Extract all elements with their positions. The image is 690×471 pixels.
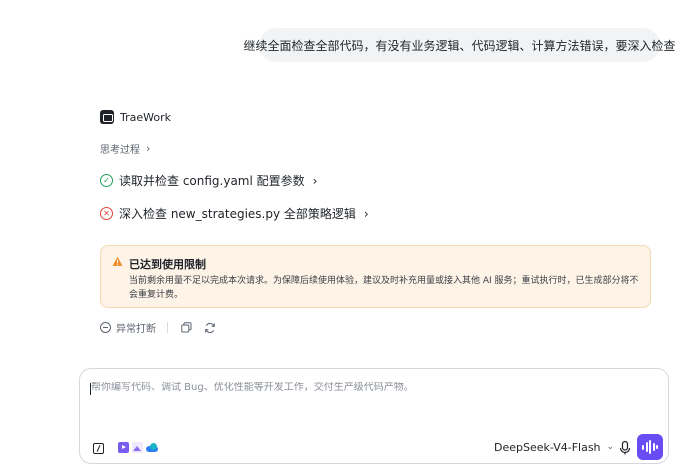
chevron-right-icon: › xyxy=(146,142,151,155)
terminal-box-icon xyxy=(100,110,114,124)
copy-icon[interactable] xyxy=(179,321,193,335)
step-item-error[interactable]: ✕ 深入检查 new_strategies.py 全部策略逻辑 › xyxy=(100,205,369,222)
chevron-right-icon: › xyxy=(363,206,369,221)
thinking-process-toggle[interactable]: 思考过程 › xyxy=(100,141,150,156)
attachment-group[interactable] xyxy=(118,442,159,453)
step-label: 深入检查 new_strategies.py 全部策略逻辑 xyxy=(119,207,356,221)
refresh-icon[interactable] xyxy=(203,321,217,335)
agent-name: TraeWork xyxy=(120,110,171,124)
check-circle-icon: ✓ xyxy=(100,174,113,187)
step-label: 读取并检查 config.yaml 配置参数 xyxy=(119,174,305,188)
divider xyxy=(167,322,168,333)
step-item-success[interactable]: ✓ 读取并检查 config.yaml 配置参数 › xyxy=(100,172,317,189)
agent-header: TraeWork xyxy=(100,110,171,124)
thinking-process-label: 思考过程 xyxy=(100,145,140,156)
abort-status: 异常打断 xyxy=(100,320,156,335)
error-circle-icon: ✕ xyxy=(100,207,113,220)
waveform-icon[interactable] xyxy=(637,434,663,460)
abort-label: 异常打断 xyxy=(116,324,156,335)
warning-body: 当前剩余用量不足以完成本次请求。为保障后续使用体验，建议及时补充用量或接入其他 … xyxy=(129,276,639,300)
slash-command-icon[interactable] xyxy=(93,443,104,454)
message-action-bar: 异常打断 xyxy=(100,320,217,335)
model-selector[interactable]: DeepSeek-V4-Flash ⌄ xyxy=(494,441,614,454)
user-message-bubble: 继续全面检查全部代码，有没有业务逻辑、代码逻辑、计算方法错误，要深入检查 xyxy=(244,28,676,62)
minus-circle-icon xyxy=(100,322,111,333)
user-message-text: 继续全面检查全部代码，有没有业务逻辑、代码逻辑、计算方法错误，要深入检查 xyxy=(243,38,676,53)
chat-composer: DeepSeek-V4-Flash ⌄ xyxy=(79,368,669,464)
warning-title: 已达到使用限制 xyxy=(129,258,206,271)
image-attach-icon[interactable] xyxy=(132,442,143,453)
chevron-down-icon: ⌄ xyxy=(606,442,615,452)
model-name: DeepSeek-V4-Flash xyxy=(494,441,601,454)
video-attach-icon[interactable] xyxy=(118,442,129,453)
warning-triangle-icon xyxy=(112,256,123,266)
cloud-attach-icon[interactable] xyxy=(146,442,159,453)
prompt-input[interactable] xyxy=(91,382,651,393)
usage-limit-warning: 已达到使用限制 当前剩余用量不足以完成本次请求。为保障后续使用体验，建议及时补充… xyxy=(100,245,651,308)
microphone-icon[interactable] xyxy=(618,440,632,456)
chevron-right-icon: › xyxy=(312,173,318,188)
